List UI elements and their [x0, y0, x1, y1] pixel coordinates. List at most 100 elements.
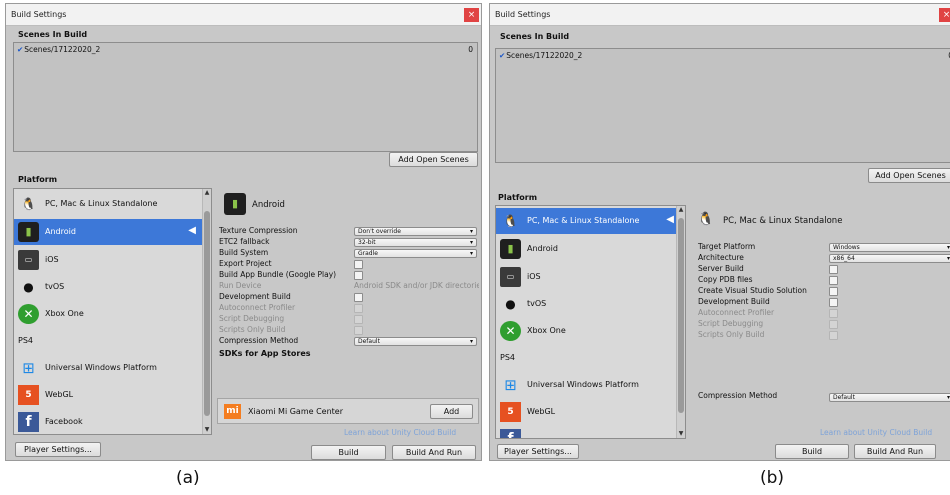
player-settings-button[interactable]: Player Settings... — [15, 442, 101, 457]
target-platform-dropdown[interactable]: Windows ▾ — [829, 243, 950, 252]
scroll-down-icon[interactable]: ▼ — [677, 430, 685, 438]
server-build-checkbox[interactable] — [829, 265, 838, 274]
add-sdk-button[interactable]: Add — [430, 404, 473, 419]
close-icon[interactable]: × — [464, 8, 479, 22]
scene-index: 0 — [468, 45, 473, 54]
scroll-thumb[interactable] — [678, 218, 684, 413]
scroll-thumb[interactable] — [204, 211, 210, 416]
build-and-run-button[interactable]: Build And Run — [854, 444, 936, 459]
platform-header: Platform — [18, 175, 58, 184]
development-build-checkbox[interactable] — [354, 293, 363, 302]
title-bar: Build Settings × — [6, 4, 481, 26]
build-and-run-button[interactable]: Build And Run — [392, 445, 476, 460]
setting-label: Autoconnect Profiler — [219, 303, 296, 312]
platform-item-uwp[interactable]: ⊞ Universal Windows Platform — [496, 372, 676, 398]
setting-label: Scripts Only Build — [219, 325, 286, 334]
setting-label: Architecture — [698, 253, 744, 262]
scene-name: Scenes/17122020_2 — [506, 51, 583, 60]
platform-label: Universal Windows Platform — [527, 380, 639, 389]
android-icon: ▮ — [224, 193, 246, 215]
setting-label: Script Debugging — [219, 314, 285, 323]
platform-item-webgl[interactable]: 5 WebGL — [496, 399, 676, 425]
unity-cloud-build-link[interactable]: Learn about Unity Cloud Build — [820, 428, 932, 437]
close-icon[interactable]: × — [939, 8, 950, 22]
xbox-icon: ✕ — [18, 304, 39, 324]
compression-method-dropdown[interactable]: Default ▾ — [354, 337, 477, 346]
caption-b: (b) — [760, 468, 785, 488]
scroll-down-icon[interactable]: ▼ — [203, 426, 211, 434]
scenes-in-build-header: Scenes In Build — [500, 32, 570, 41]
dropdown-caret-icon: ▾ — [469, 250, 473, 257]
unity-current-platform-icon: ◀ — [188, 225, 196, 236]
create-vs-solution-checkbox[interactable] — [829, 287, 838, 296]
add-open-scenes-button[interactable]: Add Open Scenes — [389, 152, 478, 167]
build-app-bundle-checkbox[interactable] — [354, 271, 363, 280]
platform-item-tvos[interactable]: ● tvOS — [496, 291, 676, 317]
compression-method-dropdown[interactable]: Default ▾ — [829, 393, 950, 402]
texture-compression-dropdown[interactable]: Don't override ▾ — [354, 227, 477, 236]
dropdown-value: 32-bit — [358, 239, 376, 246]
add-open-scenes-button[interactable]: Add Open Scenes — [868, 168, 950, 183]
unity-cloud-build-link[interactable]: Learn about Unity Cloud Build — [344, 428, 456, 437]
setting-label: Build App Bundle (Google Play) — [219, 270, 337, 279]
build-button[interactable]: Build — [775, 444, 849, 459]
platform-label: Android — [45, 227, 76, 236]
platform-scrollbar[interactable]: ▲ ▼ — [202, 189, 211, 434]
platform-item-facebook[interactable]: f Facebook — [14, 409, 202, 434]
dropdown-value: Gradle — [358, 250, 378, 257]
platform-item-android[interactable]: ▮ Android — [496, 236, 676, 262]
platform-item-pc[interactable]: 🐧 PC, Mac & Linux Standalone — [14, 191, 202, 217]
scenes-list[interactable]: ✔Scenes/17122020_2 0 — [13, 42, 478, 152]
export-project-checkbox[interactable] — [354, 260, 363, 269]
setting-label: Texture Compression — [219, 226, 298, 235]
platform-label: iOS — [45, 255, 59, 264]
platform-item-xbox[interactable]: ✕ Xbox One — [14, 301, 202, 327]
selected-platform-title: PC, Mac & Linux Standalone — [723, 216, 843, 226]
architecture-dropdown[interactable]: x86_64 ▾ — [829, 254, 950, 263]
platform-scrollbar[interactable]: ▲ ▼ — [676, 206, 685, 438]
platform-item-ps4[interactable]: PS4 — [14, 328, 202, 354]
platform-item-xbox[interactable]: ✕ Xbox One — [496, 318, 676, 344]
scene-checkbox-icon[interactable]: ✔ — [17, 45, 23, 54]
script-debugging-checkbox — [354, 315, 363, 324]
player-settings-button[interactable]: Player Settings... — [497, 444, 579, 459]
build-system-dropdown[interactable]: Gradle ▾ — [354, 249, 477, 258]
platform-label: tvOS — [45, 282, 65, 291]
platform-label: Universal Windows Platform — [45, 363, 157, 372]
platform-item-android[interactable]: ▮ Android ◀ — [14, 219, 202, 245]
scene-row[interactable]: ✔Scenes/17122020_2 0 — [17, 45, 473, 56]
platform-item-ios[interactable]: ▭ iOS — [14, 247, 202, 273]
copy-pdb-files-checkbox[interactable] — [829, 276, 838, 285]
platform-list[interactable]: 🐧 PC, Mac & Linux Standalone ▮ Android ◀… — [13, 188, 212, 435]
html5-icon: 5 — [18, 385, 39, 405]
build-button[interactable]: Build — [311, 445, 386, 460]
scene-row[interactable]: ✔Scenes/17122020_2 0 — [499, 51, 950, 62]
setting-label: ETC2 fallback — [219, 237, 270, 246]
scroll-up-icon[interactable]: ▲ — [203, 189, 211, 197]
platform-item-facebook-partial[interactable]: f — [496, 426, 676, 438]
platform-item-tvos[interactable]: ● tvOS — [14, 274, 202, 300]
platform-item-webgl[interactable]: 5 WebGL — [14, 382, 202, 408]
platform-label: iOS — [527, 272, 541, 281]
title-bar: Build Settings × — [490, 4, 950, 26]
platform-label: PC, Mac & Linux Standalone — [527, 216, 640, 225]
etc2-fallback-dropdown[interactable]: 32-bit ▾ — [354, 238, 477, 247]
platform-item-uwp[interactable]: ⊞ Universal Windows Platform — [14, 355, 202, 381]
platform-item-pc[interactable]: 🐧 PC, Mac & Linux Standalone ◀ — [496, 208, 676, 234]
scene-name: Scenes/17122020_2 — [24, 45, 101, 54]
development-build-checkbox[interactable] — [829, 298, 838, 307]
setting-label: Script Debugging — [698, 319, 764, 328]
scripts-only-build-checkbox — [354, 326, 363, 335]
build-settings-window-a: Build Settings × Scenes In Build ✔Scenes… — [5, 3, 482, 461]
platform-list[interactable]: 🐧 PC, Mac & Linux Standalone ◀ ▮ Android… — [495, 205, 686, 439]
setting-label: Development Build — [698, 297, 770, 306]
windows-icon: ⊞ — [22, 359, 35, 377]
scenes-list[interactable]: ✔Scenes/17122020_2 0 — [495, 48, 950, 163]
scroll-up-icon[interactable]: ▲ — [677, 206, 685, 214]
scene-checkbox-icon[interactable]: ✔ — [499, 51, 505, 60]
pc-icon: 🐧 — [697, 212, 715, 227]
selected-platform-header: ▮ Android — [224, 193, 424, 217]
pc-icon: 🐧 — [503, 214, 518, 228]
platform-item-ios[interactable]: ▭ iOS — [496, 264, 676, 290]
platform-item-ps4[interactable]: PS4 — [496, 345, 676, 371]
